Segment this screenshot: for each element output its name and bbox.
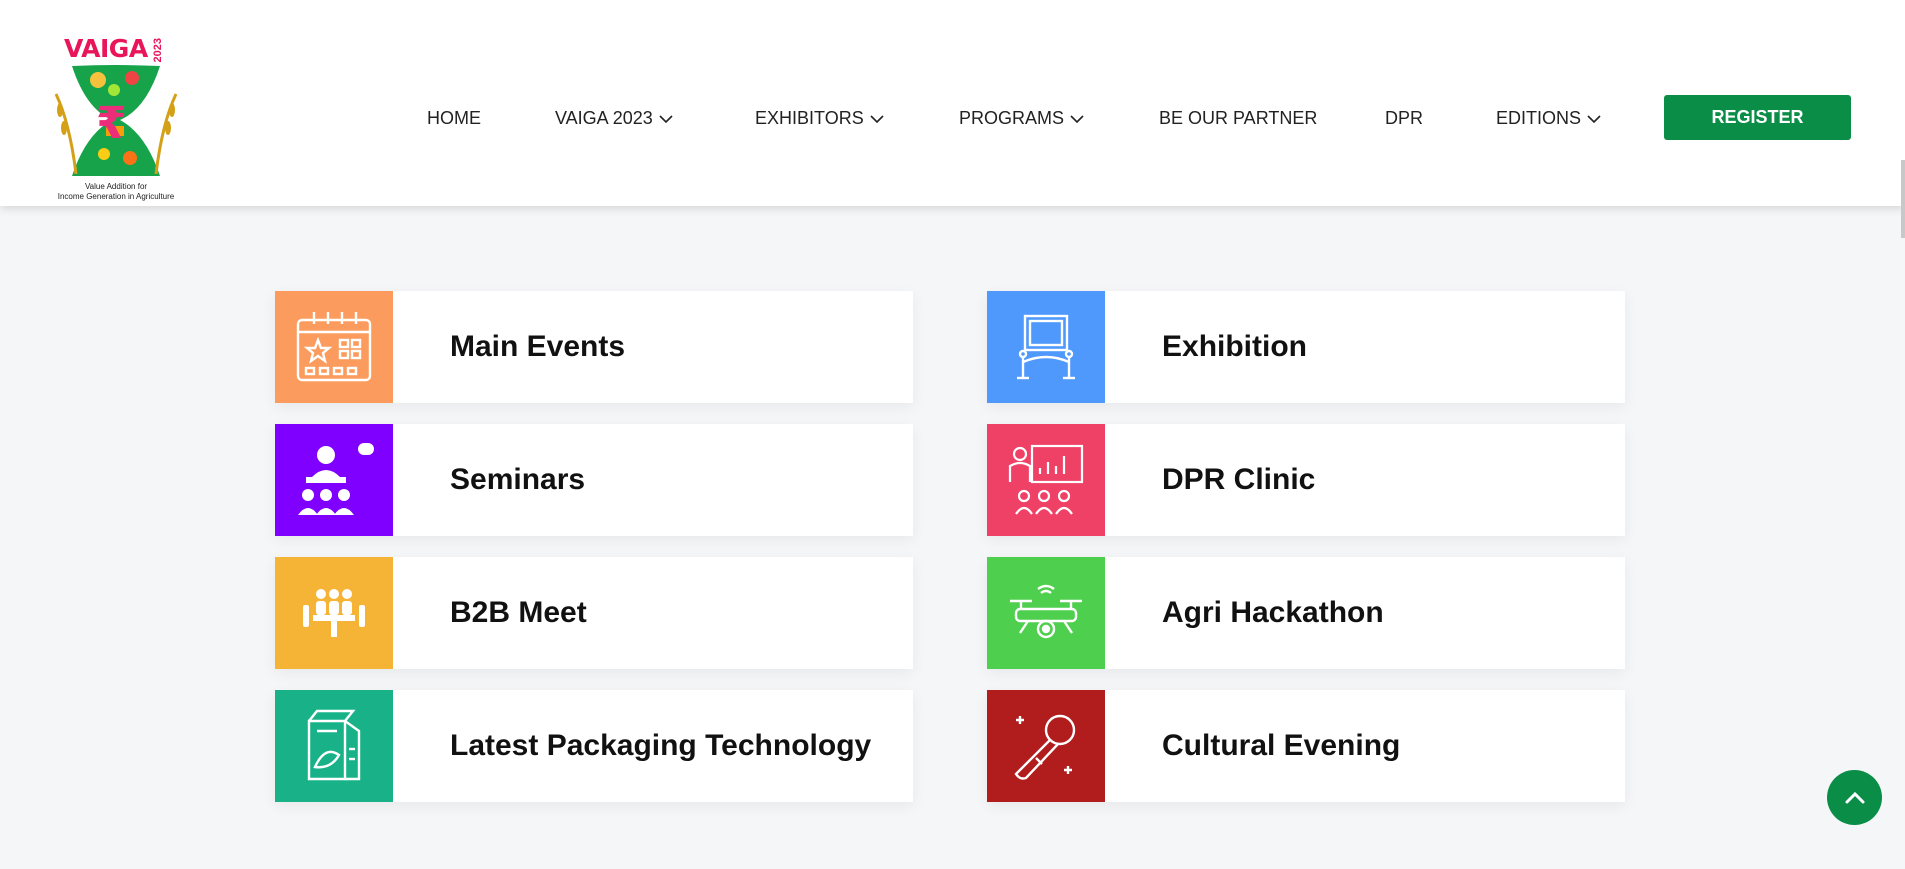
nav-programs[interactable]: PROGRAMS [959,108,1084,129]
program-tile [275,291,393,403]
chevron-down-icon [1587,114,1601,123]
logo-caption-line1: Value Addition for [84,182,148,191]
chevron-down-icon [1070,114,1084,123]
seminar-speaker-icon [298,443,374,515]
register-button[interactable]: REGISTER [1664,95,1851,140]
nav-vaiga-2023[interactable]: VAIGA 2023 [555,108,673,129]
nav-dpr[interactable]: DPR [1385,108,1423,129]
package-box-icon [307,709,361,781]
nav-editions-label: EDITIONS [1496,108,1582,128]
logo-year: 2023 [152,38,164,63]
chevron-up-icon [1845,791,1864,803]
logo-caption-line2: Income Generation in Agriculture [57,192,175,201]
program-card-exhibition[interactable]: Exhibition [987,291,1625,403]
program-label: Agri Hackathon [1162,596,1384,629]
back-to-top-button[interactable] [1827,770,1882,825]
program-tile [987,690,1105,802]
nav-exhibitors-label: EXHIBITORS [755,108,864,128]
program-label: Latest Packaging Technology [450,729,872,762]
chevron-down-icon [870,114,884,123]
nav-programs-label: PROGRAMS [959,108,1065,128]
program-tile [987,291,1105,403]
logo-caption: Value Addition for Income Generation in … [46,182,186,202]
program-label: DPR Clinic [1162,463,1316,496]
program-label: Exhibition [1162,330,1307,363]
svg-text:₹: ₹ [96,98,127,149]
meeting-table-icon [303,589,365,637]
program-card-seminars[interactable]: Seminars [275,424,913,536]
program-card-packaging[interactable]: Latest Packaging Technology [275,690,913,802]
nav-be-our-partner-label: BE OUR PARTNER [1159,108,1318,128]
presentation-board-icon [1008,444,1084,515]
nav-editions[interactable]: EDITIONS [1496,108,1601,129]
program-tile [987,557,1105,669]
program-label: Cultural Evening [1162,729,1401,762]
program-card-b2b-meet[interactable]: B2B Meet [275,557,913,669]
vaiga-logo[interactable]: ₹ VAIGA 2023 Value Addition for Income G… [46,34,186,204]
nav-vaiga-2023-label: VAIGA 2023 [555,108,653,128]
nav-be-our-partner[interactable]: BE OUR PARTNER [1159,108,1317,129]
nav-home[interactable]: HOME [427,108,481,129]
program-label: B2B Meet [450,596,587,629]
nav-exhibitors[interactable]: EXHIBITORS [755,108,884,129]
exhibition-frame-icon [1017,314,1075,380]
program-tile [987,424,1105,536]
scrollbar-thumb[interactable] [1901,160,1905,238]
program-card-main-events[interactable]: Main Events [275,291,913,403]
program-card-agri-hackathon[interactable]: Agri Hackathon [987,557,1625,669]
program-card-cultural-evening[interactable]: Cultural Evening [987,690,1625,802]
chevron-down-icon [659,114,673,123]
site-header: ₹ VAIGA 2023 Value Addition for Income G… [0,0,1905,206]
program-tile [275,424,393,536]
logo-title: VAIGA [64,34,148,63]
program-tile [275,557,393,669]
microphone-icon [1014,714,1076,780]
program-label: Main Events [450,330,626,363]
program-label: Seminars [450,463,586,496]
drone-icon [1010,584,1082,639]
program-card-dpr-clinic[interactable]: DPR Clinic [987,424,1625,536]
nav-home-label: HOME [427,108,481,128]
program-tile [275,690,393,802]
nav-dpr-label: DPR [1385,108,1424,128]
calendar-star-icon [296,312,372,382]
